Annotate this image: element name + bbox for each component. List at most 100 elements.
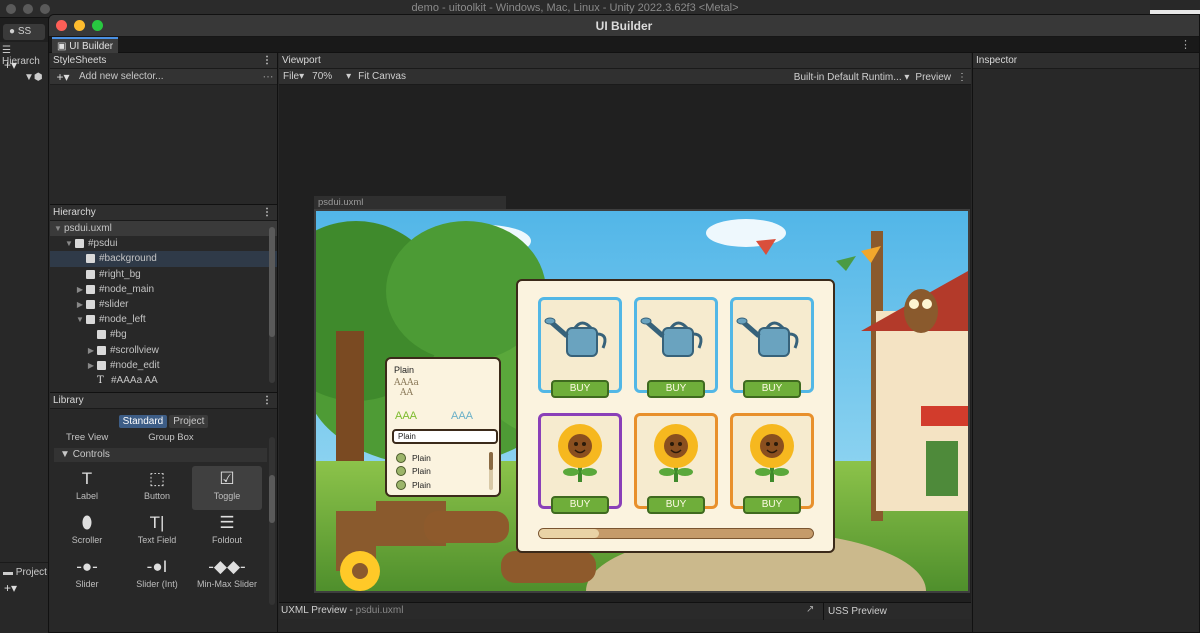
selector-options-icon[interactable]: ⋯ <box>259 70 277 83</box>
library-control-item[interactable]: T| Text Field <box>122 510 192 554</box>
inspector-header: Inspector <box>973 53 1199 69</box>
control-icon: ☰ <box>219 513 235 532</box>
shop-item-card[interactable]: BUY <box>730 413 814 514</box>
expanded-caret-icon[interactable]: ▼ <box>63 239 75 248</box>
preview-toggle[interactable]: Preview <box>915 72 951 83</box>
open-external-icon[interactable]: ↗ <box>806 604 814 615</box>
library-control-item[interactable]: -●- Slider <box>52 554 122 598</box>
stylesheets-menu-icon[interactable]: ⋮ <box>262 53 272 69</box>
library-panel: Library ⋮ Standard Project Tree View Gro… <box>50 393 277 617</box>
progress-bar[interactable] <box>538 528 814 539</box>
toggle-label: Plain <box>412 466 431 477</box>
hierarchy-item[interactable]: ▼ #psdui <box>50 236 277 251</box>
text-input[interactable]: Plain <box>392 429 498 444</box>
collapsed-caret-icon[interactable]: ▶ <box>85 346 97 355</box>
uss-preview-tab[interactable]: USS Preview <box>823 603 887 620</box>
visual-element-icon <box>86 269 95 279</box>
control-icon: T| <box>149 513 165 532</box>
library-toggle: Standard Project <box>50 415 277 428</box>
shop-panel: BUY BUY BUY BUY BUY BUY <box>516 279 835 553</box>
toggle-checkbox-icon <box>396 479 406 490</box>
uxml-preview-tab[interactable]: UXML Preview - psdui.uxml <box>281 605 403 616</box>
background-project-tab[interactable]: ▬ Project <box>3 567 47 578</box>
shop-item-card[interactable]: BUY <box>538 413 622 514</box>
shop-item-card[interactable]: BUY <box>538 297 622 398</box>
selector-input[interactable]: Add new selector... <box>76 71 259 82</box>
sunflower-icon <box>637 422 715 482</box>
label-element-icon: T <box>97 374 104 386</box>
background-hierarchy-panel: ☰ Hierarch +▾ ▼⬢ <box>0 42 50 562</box>
hierarchy-item[interactable]: ▶ #scrollview <box>50 343 277 358</box>
theme-dropdown[interactable]: Built-in Default Runtim... ▾ <box>794 72 910 83</box>
add-icon[interactable]: +▾ <box>4 58 17 72</box>
hierarchy-item[interactable]: ▶ #node_edit <box>50 358 277 373</box>
account-button[interactable]: ● SS <box>3 24 45 40</box>
ui-builder-tab-icon: ▣ <box>57 41 67 52</box>
library-menu-icon[interactable]: ⋮ <box>262 393 272 409</box>
viewport-title: Viewport <box>282 55 321 66</box>
library-control-item[interactable]: -◆◆- Min-Max Slider <box>192 554 262 598</box>
library-project-tab[interactable]: Project <box>169 415 209 428</box>
toggle-list-scrollbar[interactable] <box>489 452 493 490</box>
shop-item-card[interactable]: BUY <box>634 297 718 398</box>
window-title: UI Builder <box>595 19 653 33</box>
library-control-item[interactable]: ☑ Toggle <box>192 466 262 510</box>
library-control-item[interactable]: T Label <box>52 466 122 510</box>
buy-button[interactable]: BUY <box>647 496 705 514</box>
shop-item-card[interactable]: BUY <box>730 297 814 398</box>
hierarchy-item[interactable]: ▶ #slider <box>50 297 277 312</box>
tab-options-icon[interactable]: ⋮ <box>1180 38 1191 51</box>
owl-eye <box>922 299 932 309</box>
controls-foldout[interactable]: ▼ Controls <box>54 448 267 462</box>
visual-element-icon <box>75 239 84 249</box>
hierarchy-item[interactable]: T #AAAa AA <box>50 373 277 388</box>
toggle-label: Plain <box>412 452 431 463</box>
viewport-menu-icon[interactable]: ⋮ <box>957 72 967 83</box>
hierarchy-tree: ▼ psdui.uxml ▼ #psdui #background #right_bg ▶ #… <box>50 221 277 388</box>
hierarchy-menu-icon[interactable]: ⋮ <box>262 205 272 221</box>
hierarchy-item[interactable]: ▶ #node_main <box>50 282 277 297</box>
collapsed-caret-icon[interactable]: ▶ <box>74 300 86 309</box>
hierarchy-item[interactable]: #background <box>50 251 277 267</box>
library-item-group-box[interactable]: Group Box <box>148 432 193 443</box>
library-control-item[interactable]: ⬚ Button <box>122 466 192 510</box>
fit-canvas-button[interactable]: Fit Canvas <box>354 71 410 82</box>
expanded-caret-icon[interactable]: ▼ <box>74 315 86 324</box>
game-toggle[interactable]: Plain <box>396 478 486 492</box>
buy-button[interactable]: BUY <box>551 380 609 398</box>
hierarchy-item[interactable]: ▼ psdui.uxml <box>50 221 277 237</box>
game-toggle[interactable]: Plain <box>396 451 486 465</box>
game-canvas[interactable]: Plain AAAa AA AAA AAA Plain Plain Plain Pl… <box>316 211 968 591</box>
library-control-item[interactable]: -●I Slider (Int) <box>122 554 192 598</box>
buy-button[interactable]: BUY <box>551 496 609 514</box>
library-standard-tab[interactable]: Standard <box>118 415 168 428</box>
library-control-item[interactable]: ☰ Foldout <box>192 510 262 554</box>
hierarchy-scrollbar[interactable] <box>269 223 275 383</box>
toggle-checkbox-icon <box>396 466 406 477</box>
library-scroll-thumb[interactable] <box>269 475 275 523</box>
library-scrollbar[interactable] <box>269 437 275 605</box>
game-toggle[interactable]: Plain <box>396 465 486 479</box>
hierarchy-item[interactable]: #bg <box>50 327 277 342</box>
collapsed-caret-icon[interactable]: ▶ <box>85 361 97 370</box>
hierarchy-item[interactable]: #right_bg <box>50 267 277 282</box>
expanded-caret-icon[interactable]: ▼ <box>52 224 64 233</box>
buy-button[interactable]: BUY <box>647 380 705 398</box>
file-menu[interactable]: File▾ <box>279 71 308 82</box>
visual-element-icon <box>86 315 95 325</box>
library-item-tree-view[interactable]: Tree View <box>66 432 108 443</box>
toggle-list-scroll-thumb[interactable] <box>489 452 493 470</box>
buy-button[interactable]: BUY <box>743 380 801 398</box>
library-control-item[interactable]: ⬮ Scroller <box>52 510 122 554</box>
shop-item-card[interactable]: BUY <box>634 413 718 514</box>
collapsed-caret-icon[interactable]: ▶ <box>74 285 86 294</box>
visual-element-icon <box>86 284 95 294</box>
hierarchy-item[interactable]: ▼ #node_left <box>50 312 277 327</box>
buy-button[interactable]: BUY <box>743 496 801 514</box>
add-stylesheet-icon[interactable]: +▾ <box>50 70 76 84</box>
zoom-dropdown[interactable]: 70% ▾ <box>308 71 354 82</box>
hierarchy-header: Hierarchy ⋮ <box>50 205 277 221</box>
ui-builder-tab[interactable]: ▣ UI Builder <box>52 37 118 53</box>
project-add-icon[interactable]: +▾ <box>4 581 17 595</box>
hierarchy-scroll-thumb[interactable] <box>269 227 275 337</box>
